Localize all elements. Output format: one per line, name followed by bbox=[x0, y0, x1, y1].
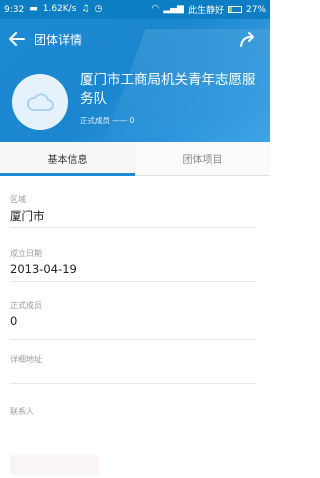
team-name: 厦门市工商局机关青年志愿服务队 bbox=[80, 72, 256, 107]
alarm-icon: ◷ bbox=[94, 4, 103, 14]
team-avatar bbox=[12, 74, 68, 130]
field-region: 区域 厦门市 bbox=[10, 194, 256, 228]
wifi-icon: ◠ bbox=[151, 4, 160, 14]
tab-label: 团体项目 bbox=[182, 155, 223, 166]
carrier-name: 此生静好 bbox=[187, 6, 224, 16]
field-label: 正式成员 bbox=[10, 301, 42, 310]
bottom-overlay bbox=[10, 455, 98, 475]
cloud-icon bbox=[27, 93, 54, 111]
back-button[interactable] bbox=[0, 19, 34, 59]
status-bar: 9:32 ▬ 1.62K/s ♫ ◷ ◠ ▂▄▆ 此生静好 27% bbox=[0, 0, 270, 19]
arrow-left-icon bbox=[9, 32, 25, 46]
tab-indicator bbox=[0, 173, 135, 176]
battery-icon bbox=[227, 6, 242, 13]
tab-basic-info[interactable]: 基本信息 bbox=[0, 142, 135, 176]
tab-bar: 基本信息 团体项目 bbox=[0, 142, 270, 176]
field-label: 区域 bbox=[10, 195, 26, 204]
field-value: 2013-04-19 bbox=[10, 262, 77, 276]
share-button[interactable] bbox=[238, 29, 258, 49]
team-header: 团体详情 厦门市工商局机关青年志愿服务队 正式成员 —— 0 bbox=[0, 19, 270, 142]
field-label: 联系人 bbox=[10, 407, 34, 416]
nav-bar: 团体详情 bbox=[0, 19, 270, 59]
field-label: 详细地址 bbox=[10, 355, 42, 364]
status-time: 9:32 bbox=[4, 4, 25, 15]
field-value: 厦门市 bbox=[10, 209, 45, 223]
field-address: 详细地址 bbox=[10, 354, 256, 384]
field-contact: 联系人 bbox=[10, 406, 256, 436]
share-icon bbox=[240, 32, 254, 47]
member-count: 正式成员 —— 0 bbox=[80, 116, 135, 125]
tab-label: 基本信息 bbox=[47, 155, 88, 166]
signal-icon: ▂▄▆ bbox=[163, 4, 184, 14]
headphone-icon: ♫ bbox=[81, 4, 90, 14]
field-label: 成立日期 bbox=[10, 249, 42, 258]
network-speed: 1.62K/s bbox=[42, 4, 77, 14]
battery-percent: 27% bbox=[245, 4, 266, 15]
field-members: 正式成员 0 bbox=[10, 300, 256, 340]
page-title: 团体详情 bbox=[34, 32, 83, 47]
field-founded-date: 成立日期 2013-04-19 bbox=[10, 248, 256, 282]
tab-team-projects[interactable]: 团体项目 bbox=[135, 142, 270, 175]
field-value: 0 bbox=[10, 314, 18, 328]
notification-icon: ▬ bbox=[29, 4, 38, 14]
